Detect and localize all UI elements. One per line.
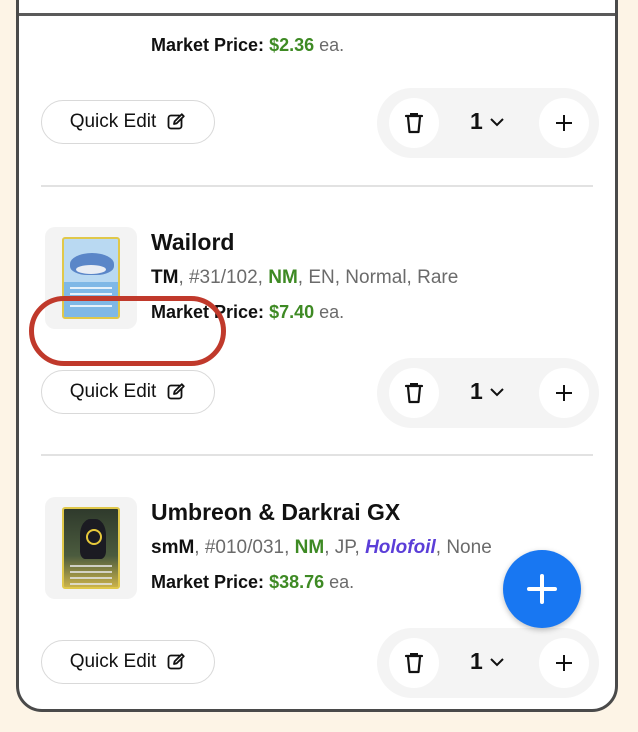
set-code: TM — [151, 267, 179, 288]
item-divider — [41, 454, 593, 456]
chevron-down-icon — [490, 117, 504, 126]
quick-edit-button[interactable]: Quick Edit — [41, 370, 215, 414]
annotation-highlight — [29, 296, 226, 366]
delete-button[interactable] — [389, 98, 439, 148]
quantity-value: 1 — [470, 108, 483, 134]
quick-edit-label: Quick Edit — [69, 381, 157, 402]
card-image — [62, 507, 120, 589]
pencil-icon — [167, 113, 185, 130]
delete-button[interactable] — [389, 638, 439, 688]
quick-edit-button[interactable]: Quick Edit — [41, 100, 215, 144]
quantity-stepper: 1 — [377, 358, 599, 428]
chevron-down-icon — [490, 657, 504, 666]
pencil-icon — [167, 383, 185, 400]
quick-edit-label: Quick Edit — [69, 111, 157, 132]
trash-icon — [404, 653, 424, 674]
quantity-stepper: 1 — [377, 88, 599, 158]
card-attributes: , EN, Normal, Rare — [297, 267, 459, 288]
card-number: , #010/031, — [194, 537, 295, 558]
market-price-label: Market Price: — [151, 35, 265, 55]
quick-edit-button[interactable]: Quick Edit — [41, 640, 215, 684]
delete-button[interactable] — [389, 368, 439, 418]
increment-button[interactable] — [539, 98, 589, 148]
market-price-value: $7.40 — [269, 302, 315, 322]
market-price-value: $2.36 — [269, 35, 315, 55]
card-number: , #31/102, — [178, 267, 269, 288]
condition: NM — [268, 267, 298, 288]
quantity-value: 1 — [470, 378, 483, 404]
card-attributes: , None — [435, 537, 492, 558]
card-name[interactable]: Wailord — [151, 229, 234, 256]
trash-icon — [404, 113, 424, 134]
quantity-select[interactable]: 1 — [470, 648, 505, 675]
increment-button[interactable] — [539, 638, 589, 688]
quantity-stepper: 1 — [377, 628, 599, 698]
pencil-icon — [167, 653, 185, 670]
language: , JP, — [324, 537, 366, 558]
set-code: smM — [151, 537, 195, 558]
card-details: smM, #010/031, NM, JP, Holofoil, None — [151, 537, 492, 559]
market-price: Market Price: $2.36 ea. — [151, 35, 344, 56]
price-unit: ea. — [319, 35, 345, 55]
condition: NM — [294, 537, 325, 558]
chevron-down-icon — [490, 387, 504, 396]
quantity-value: 1 — [470, 648, 483, 674]
card-details: TM, #31/102, NM, EN, Normal, Rare — [151, 267, 458, 289]
quantity-select[interactable]: 1 — [470, 108, 505, 135]
card-name[interactable]: Umbreon & Darkrai GX — [151, 499, 400, 526]
price-unit: ea. — [329, 572, 355, 592]
market-price: Market Price: $38.76 ea. — [151, 572, 354, 593]
price-unit: ea. — [319, 302, 345, 322]
market-price-value: $38.76 — [269, 572, 325, 592]
increment-button[interactable] — [539, 368, 589, 418]
finish: Holofoil — [365, 537, 436, 558]
plus-icon — [556, 385, 572, 401]
market-price-label: Market Price: — [151, 572, 265, 592]
plus-icon — [556, 655, 572, 671]
item-divider — [41, 185, 593, 187]
header-divider — [19, 13, 615, 16]
quantity-select[interactable]: 1 — [470, 378, 505, 405]
plus-icon — [527, 574, 557, 604]
trash-icon — [404, 383, 424, 404]
add-card-fab[interactable] — [503, 550, 581, 628]
plus-icon — [556, 115, 572, 131]
card-thumbnail[interactable] — [45, 497, 137, 599]
quick-edit-label: Quick Edit — [69, 651, 157, 672]
